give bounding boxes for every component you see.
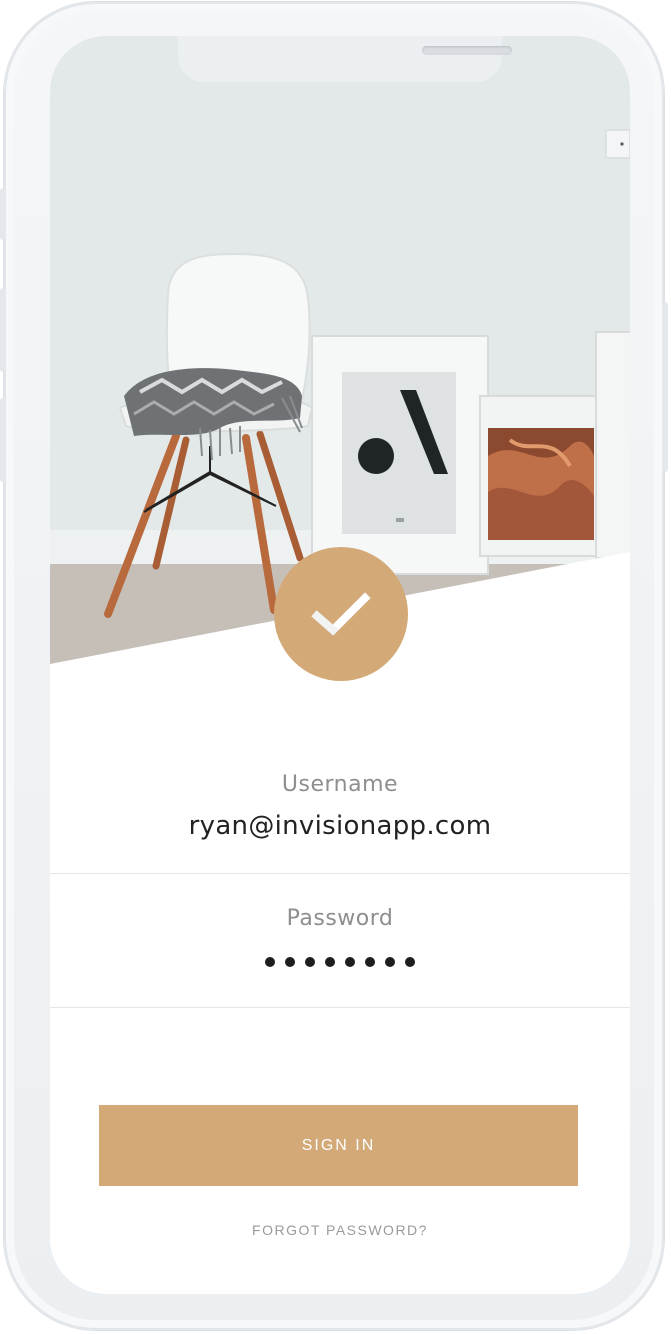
phone-screen: Username ryan@invisionapp.com Password S… xyxy=(50,36,630,1294)
sign-in-button[interactable]: SIGN IN xyxy=(99,1105,578,1186)
phone-frame: Username ryan@invisionapp.com Password S… xyxy=(0,2,668,1330)
password-dot xyxy=(385,957,395,967)
forgot-password-link[interactable]: FORGOT PASSWORD? xyxy=(50,1222,630,1238)
password-dot xyxy=(405,957,415,967)
password-dot xyxy=(365,957,375,967)
divider xyxy=(50,873,630,874)
password-dot xyxy=(325,957,335,967)
earpiece-speaker xyxy=(422,46,512,55)
device-notch xyxy=(178,36,512,82)
password-dot xyxy=(265,957,275,967)
username-value[interactable]: ryan@invisionapp.com xyxy=(50,811,630,841)
side-button-mute xyxy=(0,188,6,240)
password-value[interactable] xyxy=(50,957,630,967)
checkmark-icon xyxy=(311,592,371,636)
divider xyxy=(50,1007,630,1008)
password-dot xyxy=(305,957,315,967)
side-button-volume-down xyxy=(0,398,6,482)
username-field[interactable]: Username ryan@invisionapp.com xyxy=(50,772,630,841)
password-dot xyxy=(285,957,295,967)
password-label: Password xyxy=(286,906,394,931)
username-label: Username xyxy=(281,772,399,797)
password-field[interactable]: Password xyxy=(50,906,630,967)
side-button-volume-up xyxy=(0,288,6,372)
checkmark-badge xyxy=(274,547,408,681)
password-dot xyxy=(345,957,355,967)
side-button-power xyxy=(662,302,668,472)
